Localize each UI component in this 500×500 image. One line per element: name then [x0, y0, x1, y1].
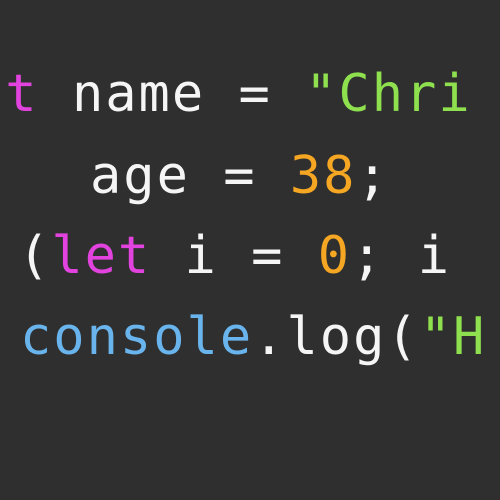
code-line-3: (let i = 0; i: [18, 226, 451, 286]
dot-token: .: [253, 307, 287, 367]
paren-token: (: [386, 307, 420, 367]
code-editor[interactable]: st name = "Chri age = 38; (let i = 0; i …: [0, 0, 500, 500]
identifier-token: name: [71, 64, 206, 124]
operator-token: =: [189, 146, 290, 206]
number-token: 0: [317, 226, 352, 286]
operator-token: =: [205, 64, 306, 124]
string-token: "Chri: [305, 64, 472, 124]
operator-token: =: [251, 226, 285, 286]
object-token: console: [20, 307, 254, 367]
identifier-token: ; i: [351, 226, 452, 286]
identifier-token: age: [90, 146, 190, 206]
keyword-token: let: [51, 226, 152, 286]
keyword-token: st: [0, 64, 39, 124]
number-token: 38: [289, 146, 357, 206]
code-line-1: st name = "Chri: [0, 64, 472, 124]
code-line-4: console.log("H: [20, 307, 486, 367]
code-line-2: age = 38;: [90, 146, 390, 206]
function-token: log: [286, 307, 387, 367]
string-token: "H: [419, 307, 487, 367]
punctuation-token: ;: [356, 146, 390, 206]
identifier-token: i: [151, 226, 252, 286]
paren-token: (: [18, 226, 52, 286]
